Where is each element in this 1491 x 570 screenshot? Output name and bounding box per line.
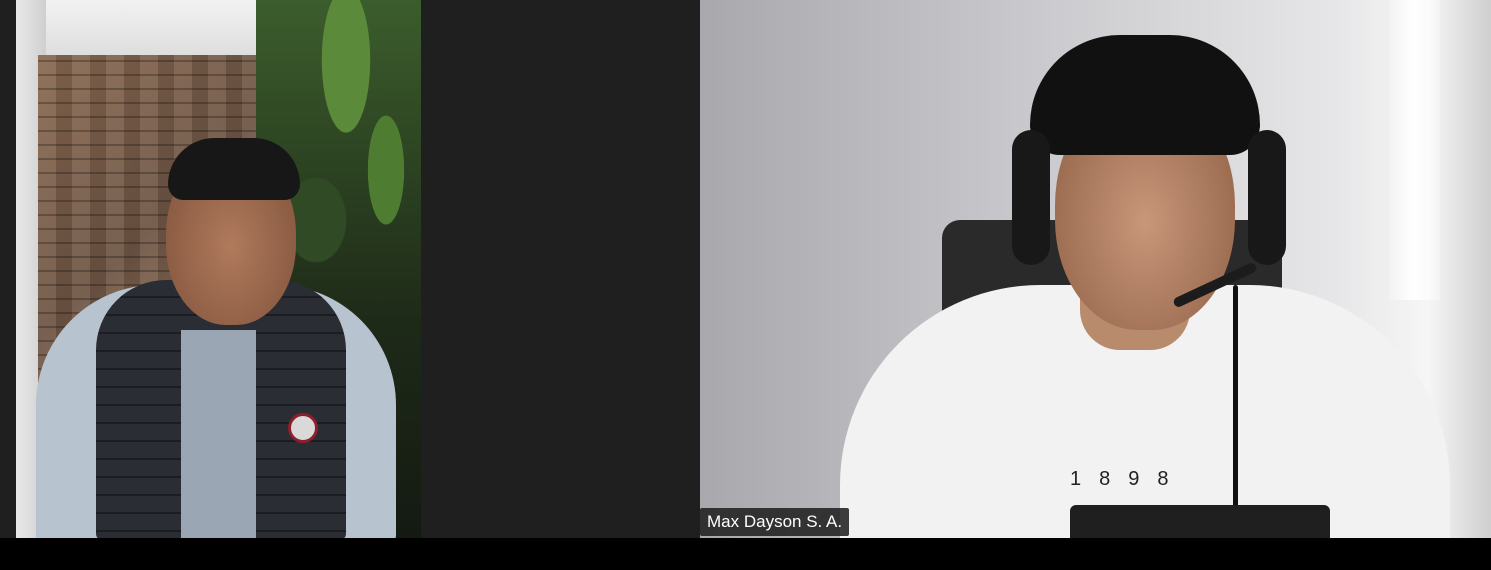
window-light xyxy=(1390,0,1440,300)
shirt-print-text: 1898 xyxy=(1070,468,1187,490)
vest-badge-icon xyxy=(288,413,318,443)
video-gallery: 1898 Max Dayson S. A. xyxy=(0,0,1491,538)
headset-left-icon xyxy=(1012,130,1050,265)
participant-name-label: Max Dayson S. A. xyxy=(700,508,850,536)
participant-video-tile[interactable] xyxy=(16,0,421,538)
headset-cable xyxy=(1233,285,1238,538)
participant-shirt xyxy=(181,330,256,538)
participant-hair xyxy=(168,138,300,200)
meeting-bottom-bar xyxy=(0,538,1491,570)
headset-right-icon xyxy=(1248,130,1286,265)
participant-video-tile-max[interactable]: 1898 xyxy=(700,0,1491,538)
shirt-print-logo xyxy=(1070,505,1330,538)
